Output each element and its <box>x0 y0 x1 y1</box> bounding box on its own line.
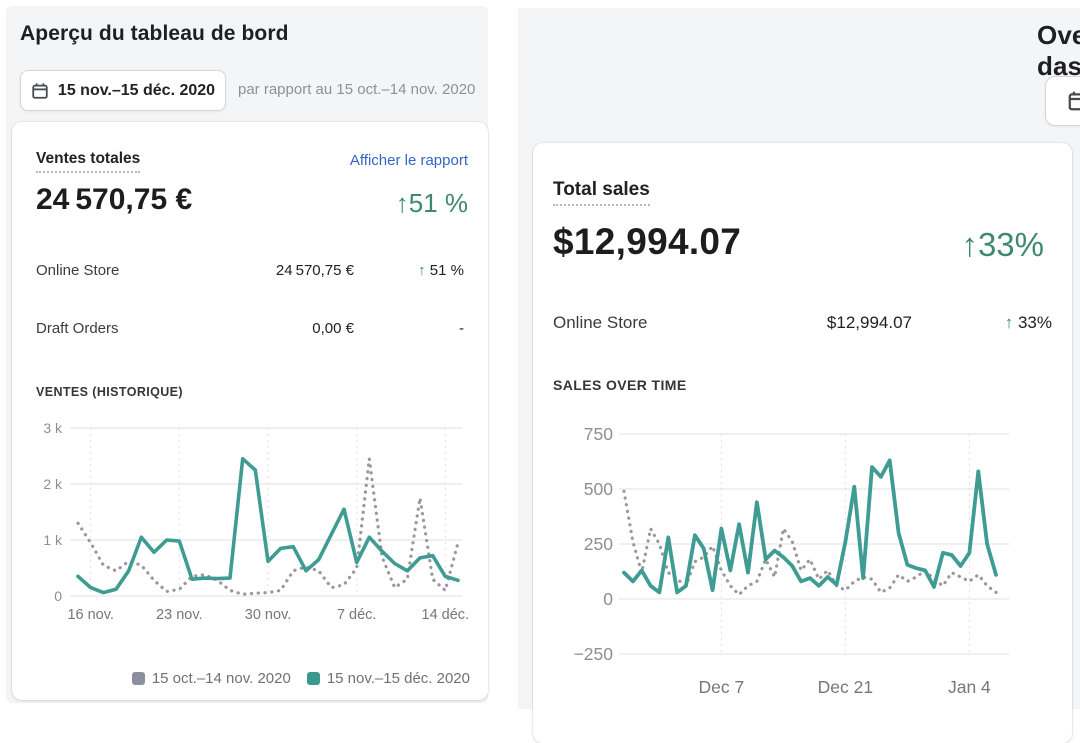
svg-text:−250: −250 <box>574 644 614 664</box>
svg-text:1 k: 1 k <box>43 532 63 548</box>
date-range-label: 15 nov.–15 déc. 2020 <box>58 82 215 100</box>
svg-text:Jan 4: Jan 4 <box>948 677 991 697</box>
up-arrow-icon: ↑ <box>396 188 409 218</box>
view-report-link[interactable]: Afficher le rapport <box>350 152 468 169</box>
channel-change: ↑ 33% <box>912 313 1052 333</box>
total-sales-change: ↑33% <box>961 226 1044 264</box>
change-percent: 33% <box>1018 313 1052 332</box>
sales-line-chart: 750 500 250 0 −250 Dec 7 Dec 21 Jan 4 <box>541 409 1066 709</box>
svg-text:7 déc.: 7 déc. <box>337 607 377 623</box>
change-percent: 51 % <box>409 188 468 218</box>
svg-text:750: 750 <box>584 424 613 444</box>
channel-value: 24 570,75 € <box>184 262 354 279</box>
svg-text:30 nov.: 30 nov. <box>245 607 292 623</box>
channel-row: Draft Orders 0,00 € - <box>36 320 464 337</box>
svg-text:0: 0 <box>603 589 613 609</box>
total-sales-change: ↑51 % <box>396 188 468 219</box>
channel-row: Online Store $12,994.07 ↑ 33% <box>553 313 1052 333</box>
total-sales-card-french: Ventes totales Afficher le rapport 24 57… <box>12 122 488 700</box>
channel-value: $12,994.07 <box>732 313 912 333</box>
channel-change: - <box>354 320 464 337</box>
calendar-icon <box>31 82 49 100</box>
legend-swatch-gray <box>132 672 145 685</box>
page-title: Overview dashboard <box>1037 20 1080 82</box>
svg-text:2 k: 2 k <box>43 476 63 492</box>
change-percent: 33% <box>978 226 1044 263</box>
svg-text:0: 0 <box>54 588 62 604</box>
svg-text:23 nov.: 23 nov. <box>156 607 203 623</box>
change-percent: 51 % <box>430 262 464 279</box>
channel-value: 0,00 € <box>184 320 354 337</box>
total-sales-value: 24 570,75 € <box>36 183 192 217</box>
svg-text:Dec 7: Dec 7 <box>699 677 745 697</box>
up-arrow-icon: ↑ <box>961 226 978 263</box>
svg-text:250: 250 <box>584 534 613 554</box>
comparison-period-text: par rapport au 15 oct.–14 nov. 2020 <box>238 81 488 98</box>
svg-text:14 déc.: 14 déc. <box>422 607 470 623</box>
metric-label[interactable]: Ventes totales <box>36 150 140 173</box>
svg-text:500: 500 <box>584 479 613 499</box>
page-title: Aperçu du tableau de bord <box>20 22 289 46</box>
legend-item-current-period[interactable]: 15 nov.–15 déc. 2020 <box>307 670 470 687</box>
legend-item-previous-period[interactable]: 15 oct.–14 nov. 2020 <box>132 670 291 687</box>
legend-label: 15 nov.–15 déc. 2020 <box>327 670 470 687</box>
channel-name: Online Store <box>36 262 184 279</box>
up-arrow-icon: ↑ <box>1005 313 1018 332</box>
sales-line-chart: 3 k 2 k 1 k 0 16 nov. 23 nov. 30 nov. 7 déc. 14 … <box>20 414 476 626</box>
svg-text:16 nov.: 16 nov. <box>67 607 114 623</box>
date-range-button[interactable]: 15 nov.–15 déc. 2020 <box>20 70 226 111</box>
channel-name: Online Store <box>553 313 732 333</box>
chart-title: SALES OVER TIME <box>553 377 687 393</box>
total-sales-value: $12,994.07 <box>553 221 741 263</box>
date-range-button[interactable]: Nov 26, 2020–Jan 7, 2021 <box>1045 76 1080 126</box>
legend-swatch-teal <box>307 672 320 685</box>
total-sales-card-english: Total sales $12,994.07 ↑33% Online Store… <box>533 143 1072 743</box>
channel-row: Online Store 24 570,75 € ↑ 51 % <box>36 262 464 279</box>
up-arrow-icon: ↑ <box>418 262 430 279</box>
channel-name: Draft Orders <box>36 320 184 337</box>
chart-legend: 15 oct.–14 nov. 2020 15 nov.–15 déc. 202… <box>132 670 470 687</box>
metric-label[interactable]: Total sales <box>553 179 650 206</box>
legend-label: 15 oct.–14 nov. 2020 <box>152 670 291 687</box>
change-percent: - <box>459 320 464 337</box>
svg-text:3 k: 3 k <box>43 420 63 436</box>
svg-text:Dec 21: Dec 21 <box>818 677 873 697</box>
chart-title: VENTES (HISTORIQUE) <box>36 385 183 399</box>
channel-change: ↑ 51 % <box>354 262 464 279</box>
calendar-icon <box>1067 90 1080 112</box>
